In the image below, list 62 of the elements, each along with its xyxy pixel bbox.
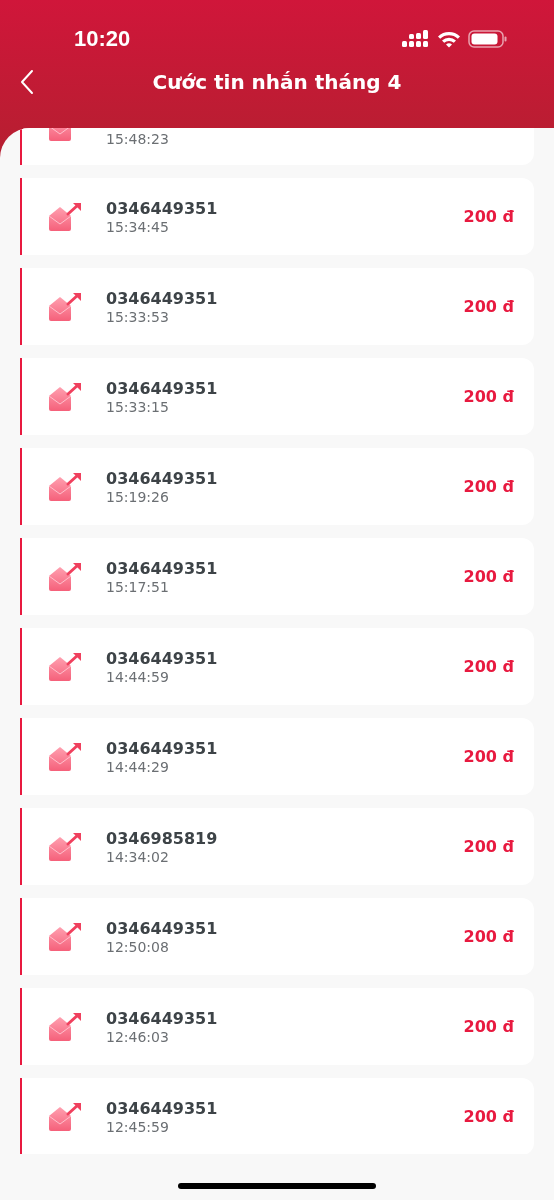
envelope-icon — [47, 381, 83, 412]
message-card[interactable]: 0346449351 12:46:03 200 đ — [20, 988, 534, 1065]
envelope-icon — [47, 471, 83, 502]
signal-icon — [402, 30, 430, 48]
charge-amount: 200 đ — [463, 297, 514, 316]
message-card[interactable]: 0346449351 12:50:08 200 đ — [20, 898, 534, 975]
envelope-icon — [47, 291, 83, 322]
charge-amount: 200 đ — [463, 837, 514, 856]
envelope-icon — [47, 561, 83, 592]
message-card[interactable]: 0346449351 15:17:51 200 đ — [20, 538, 534, 615]
charge-amount: 200 đ — [463, 207, 514, 226]
phone-number: 0346449351 — [106, 1008, 219, 1028]
phone-number: 0346449351 — [106, 378, 219, 398]
wifi-icon — [437, 30, 461, 48]
phone-number: 0346449351 — [106, 468, 219, 488]
charge-amount: 200 đ — [463, 747, 514, 766]
message-time: 14:34:02 — [106, 848, 170, 865]
charge-amount: 200 đ — [463, 387, 514, 406]
phone-number: 0346985819 — [106, 828, 219, 848]
charge-amount: 200 đ — [463, 567, 514, 586]
message-card[interactable]: 0346449351 12:45:59 200 đ — [20, 1078, 534, 1154]
envelope-icon — [47, 1011, 83, 1042]
message-time: 12:50:08 — [106, 938, 170, 955]
message-time: 15:17:51 — [106, 578, 170, 595]
charge-amount: 200 đ — [463, 1107, 514, 1126]
envelope-icon — [47, 1101, 83, 1132]
page-title: Cước tin nhắn tháng 4 — [152, 70, 402, 94]
message-time: 15:48:23 — [106, 131, 170, 147]
message-card[interactable]: 0346449351 15:34:45 200 đ — [20, 178, 534, 255]
message-time: 12:45:59 — [106, 1118, 170, 1135]
phone-number: 0346449351 — [106, 288, 219, 308]
message-card[interactable]: 0346449351 15:19:26 200 đ — [20, 448, 534, 525]
envelope-icon — [47, 921, 83, 952]
envelope-icon — [47, 741, 83, 772]
envelope-icon — [47, 201, 83, 232]
phone-number: 0346449351 — [106, 198, 219, 218]
charge-amount: 200 đ — [463, 477, 514, 496]
message-card[interactable]: 0346985819 14:34:02 200 đ — [20, 808, 534, 885]
phone-number: 0346449351 — [106, 1098, 219, 1118]
charge-amount: 200 đ — [463, 927, 514, 946]
status-time: 10:20 — [74, 26, 131, 52]
battery-icon — [468, 30, 508, 48]
message-card[interactable]: 15:48:23 — [20, 128, 534, 165]
message-time: 14:44:29 — [106, 758, 170, 775]
message-card[interactable]: 0346449351 15:33:53 200 đ — [20, 268, 534, 345]
phone-number: 0346449351 — [106, 648, 219, 668]
message-card[interactable]: 0346449351 14:44:59 200 đ — [20, 628, 534, 705]
phone-number: 0346449351 — [106, 738, 219, 758]
charge-amount: 200 đ — [463, 1017, 514, 1036]
charge-amount: 200 đ — [463, 657, 514, 676]
message-time: 12:46:03 — [106, 1028, 170, 1045]
message-time: 15:19:26 — [106, 488, 170, 505]
message-time: 15:33:53 — [106, 308, 170, 325]
message-card[interactable]: 0346449351 14:44:29 200 đ — [20, 718, 534, 795]
phone-number: 0346449351 — [106, 918, 219, 938]
phone-number: 0346449351 — [106, 558, 219, 578]
message-time: 14:44:59 — [106, 668, 170, 685]
message-time: 15:33:15 — [106, 398, 170, 415]
message-time: 15:34:45 — [106, 218, 170, 235]
envelope-icon — [47, 651, 83, 682]
message-card[interactable]: 0346449351 15:33:15 200 đ — [20, 358, 534, 435]
envelope-icon — [47, 831, 83, 862]
